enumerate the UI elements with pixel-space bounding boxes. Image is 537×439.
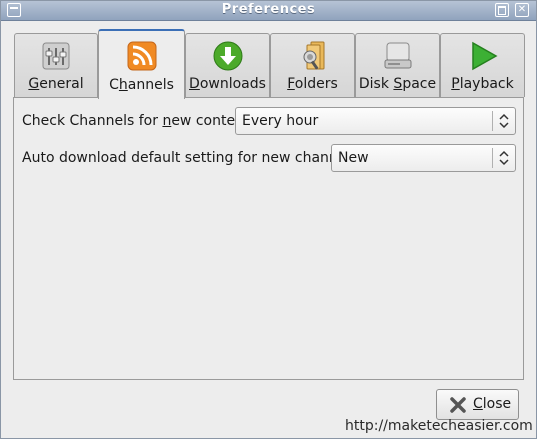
auto-download-label: Auto download default setting for new ch… — [22, 150, 358, 166]
tab-folders[interactable]: Folders — [270, 33, 355, 97]
play-icon — [471, 41, 498, 71]
sliders-icon — [42, 42, 70, 70]
check-channels-label: Check Channels for new content — [22, 113, 250, 129]
folder-icon — [303, 41, 324, 70]
dropdown-separator — [492, 111, 493, 131]
preferences-window: Preferences ✕ General Channels Downloads… — [0, 0, 537, 439]
tab-label: Downloads — [189, 76, 266, 92]
close-x-icon — [450, 397, 466, 413]
title-bar[interactable]: Preferences ✕ — [1, 1, 536, 21]
watermark-url: http://maketecheasier.com — [345, 418, 533, 434]
up-down-arrows-icon — [499, 113, 509, 129]
download-arrow-icon — [213, 41, 242, 71]
dropdown-value: Every hour — [242, 113, 319, 129]
rss-feed-icon — [127, 41, 156, 71]
window-title: Preferences — [221, 2, 316, 17]
close-button-label: Close — [473, 396, 512, 412]
hard-disk-icon — [384, 42, 411, 69]
close-button[interactable]: Close — [436, 389, 519, 420]
tab-channels[interactable]: Channels — [98, 29, 185, 99]
auto-download-dropdown[interactable]: New — [331, 144, 516, 172]
tab-label: Disk Space — [358, 76, 437, 92]
dropdown-separator — [492, 148, 493, 168]
tab-downloads[interactable]: Downloads — [185, 33, 270, 97]
tab-label: Folders — [287, 76, 338, 92]
up-down-arrows-icon — [499, 150, 509, 166]
close-window-icon[interactable]: ✕ — [515, 3, 529, 17]
check-frequency-dropdown[interactable]: Every hour — [235, 107, 516, 135]
tab-general[interactable]: General — [14, 33, 98, 97]
tab-label: Playback — [451, 76, 514, 92]
maximize-icon[interactable] — [495, 3, 509, 17]
tab-disk-space[interactable]: Disk Space — [355, 33, 440, 97]
dropdown-value: New — [338, 150, 369, 166]
tab-label: General — [28, 76, 84, 92]
channels-panel: Check Channels for new content Every hou… — [13, 97, 524, 380]
tab-label: Channels — [109, 77, 174, 93]
tab-playback[interactable]: Playback — [440, 33, 525, 97]
